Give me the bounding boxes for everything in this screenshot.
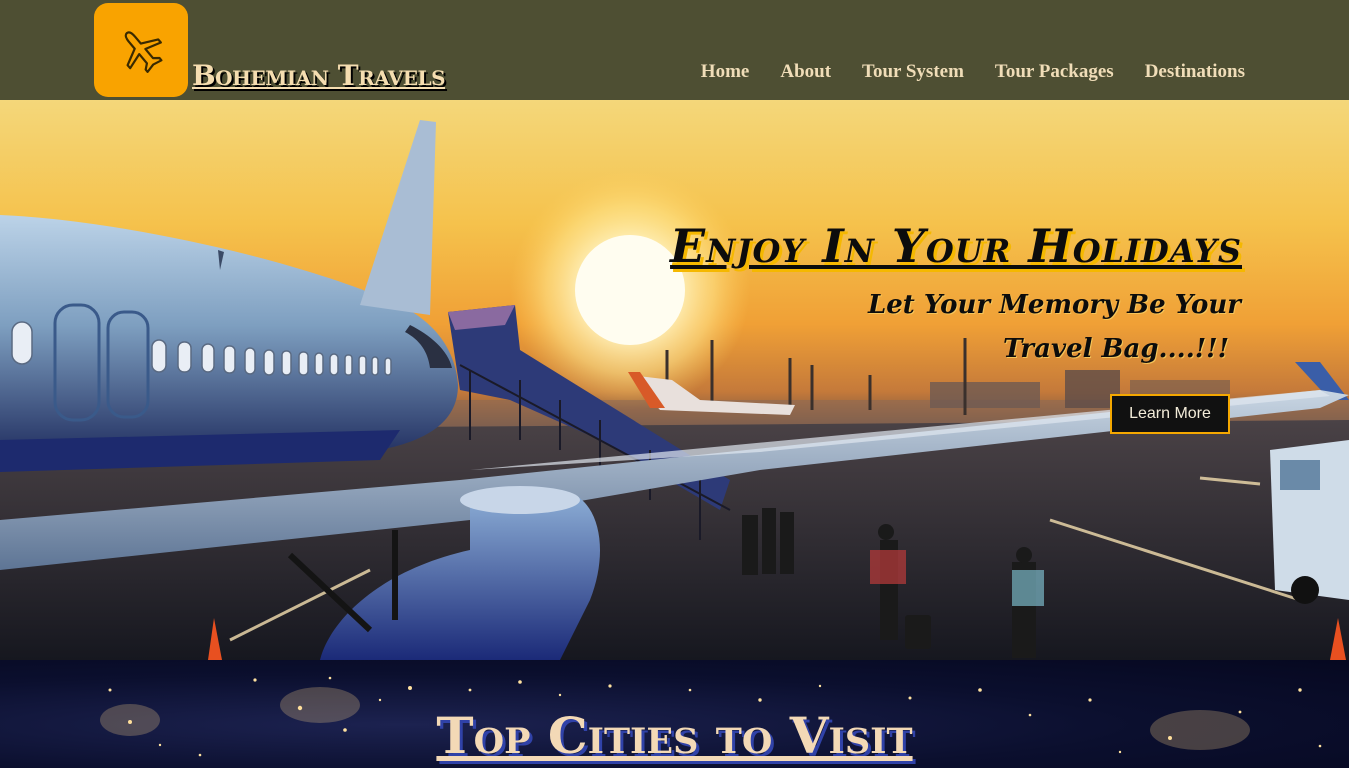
hero-title: Enjoy In Your Holidays	[670, 219, 1242, 273]
hero-subtitle: Let Your Memory Be Your Travel Bag....!!…	[821, 283, 1241, 371]
navbar: Bohemian Travels Home About Tour System …	[0, 0, 1349, 100]
nav-menu: Home About Tour System Tour Packages Des…	[701, 58, 1245, 86]
top-cities-section: Top Cities to Visit	[0, 660, 1349, 768]
section-title: Top Cities to Visit	[436, 706, 913, 765]
nav-tour-packages[interactable]: Tour Packages	[995, 58, 1114, 86]
hero-subtitle-line2: Travel Bag....!!!	[1002, 334, 1229, 364]
hero-subtitle-line1: Let Your Memory Be Your	[867, 290, 1241, 320]
hero-background-image	[0, 120, 1349, 660]
nav-home[interactable]: Home	[701, 58, 750, 86]
logo[interactable]	[94, 3, 188, 97]
nav-about[interactable]: About	[780, 58, 831, 86]
nav-tour-system[interactable]: Tour System	[862, 58, 964, 86]
brand-name[interactable]: Bohemian Travels	[192, 58, 446, 94]
nav-destinations[interactable]: Destinations	[1145, 58, 1245, 86]
learn-more-button[interactable]: Learn More	[1110, 394, 1230, 434]
hero-section: Enjoy In Your Holidays Let Your Memory B…	[0, 100, 1349, 660]
airplane-icon	[124, 31, 163, 73]
